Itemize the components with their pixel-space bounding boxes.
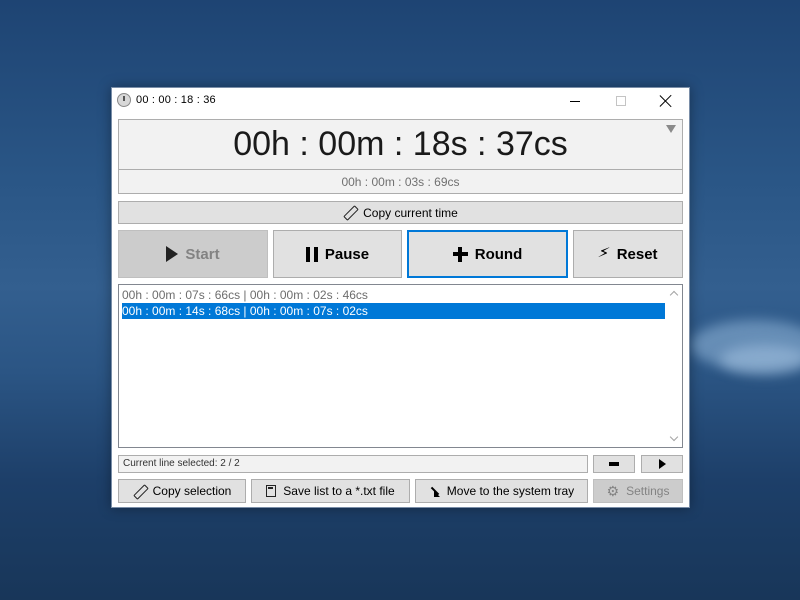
dropdown-arrow-icon[interactable] xyxy=(666,125,676,133)
close-button[interactable] xyxy=(643,88,689,114)
minimize-icon xyxy=(570,100,580,102)
minus-icon xyxy=(609,462,619,466)
gear-icon: ⚙ xyxy=(606,483,620,499)
save-icon xyxy=(266,485,277,497)
round-label: Round xyxy=(474,245,523,263)
move-to-tray-label: Move to the system tray xyxy=(446,484,575,498)
title-bar[interactable]: 00 : 00 : 18 : 36 xyxy=(112,88,689,114)
copy-selection-button[interactable]: Copy selection xyxy=(118,479,246,503)
lightning-icon: ⚡ xyxy=(596,244,612,263)
scroll-up-icon[interactable] xyxy=(669,289,678,298)
play-icon xyxy=(166,246,179,262)
background-cloud xyxy=(720,345,800,375)
main-time-display: 00h : 00m : 18s : 37cs xyxy=(118,119,683,170)
next-round-button[interactable] xyxy=(641,455,683,473)
maximize-button[interactable] xyxy=(598,88,644,114)
rounds-list[interactable]: 00h : 00m : 07s : 66cs | 00h : 00m : 02s… xyxy=(118,284,683,448)
save-list-button[interactable]: Save list to a *.txt file xyxy=(251,479,410,503)
round-button[interactable]: Round xyxy=(407,230,568,278)
reset-button[interactable]: ⚡ Reset xyxy=(573,230,683,278)
scroll-down-icon[interactable] xyxy=(669,434,678,443)
start-button[interactable]: Start xyxy=(118,230,268,278)
main-time: 00h : 00m : 18s : 37cs xyxy=(233,125,568,163)
list-item[interactable]: 00h : 00m : 07s : 66cs | 00h : 00m : 02s… xyxy=(122,287,665,303)
pencil-icon xyxy=(343,206,356,219)
minimize-button[interactable] xyxy=(552,88,598,114)
round-time: 00h : 00m : 03s : 69cs xyxy=(341,174,460,189)
round-time-display: 00h : 00m : 03s : 69cs xyxy=(118,169,683,194)
start-label: Start xyxy=(185,245,220,263)
triangle-right-icon xyxy=(658,459,666,469)
settings-label: Settings xyxy=(626,484,670,498)
list-scrollbar[interactable] xyxy=(665,285,682,447)
copy-current-time-button[interactable]: Copy current time xyxy=(118,201,683,224)
pause-button[interactable]: Pause xyxy=(273,230,402,278)
maximize-icon xyxy=(616,96,626,106)
stopwatch-icon xyxy=(117,93,131,107)
save-list-label: Save list to a *.txt file xyxy=(283,484,395,498)
settings-button[interactable]: ⚙ Settings xyxy=(593,479,683,503)
pause-label: Pause xyxy=(324,245,370,263)
list-item-selected[interactable]: 00h : 00m : 14s : 68cs | 00h : 00m : 07s… xyxy=(122,303,665,319)
close-icon xyxy=(660,95,672,107)
window-title: 00 : 00 : 18 : 36 xyxy=(136,94,216,106)
selection-status: Current line selected: 2 / 2 xyxy=(118,455,588,473)
copy-current-time-label: Copy current time xyxy=(363,205,458,220)
arrow-down-right-icon xyxy=(429,486,440,497)
move-to-tray-button[interactable]: Move to the system tray xyxy=(415,479,588,503)
pause-icon xyxy=(305,246,318,262)
copy-selection-label: Copy selection xyxy=(152,484,232,498)
reset-label: Reset xyxy=(616,245,658,263)
pencil-icon xyxy=(133,485,146,498)
remove-round-button[interactable] xyxy=(593,455,635,473)
stopwatch-window: 00 : 00 : 18 : 36 00h : 00m : 18s : 37cs… xyxy=(111,87,690,508)
plus-icon xyxy=(452,246,468,262)
